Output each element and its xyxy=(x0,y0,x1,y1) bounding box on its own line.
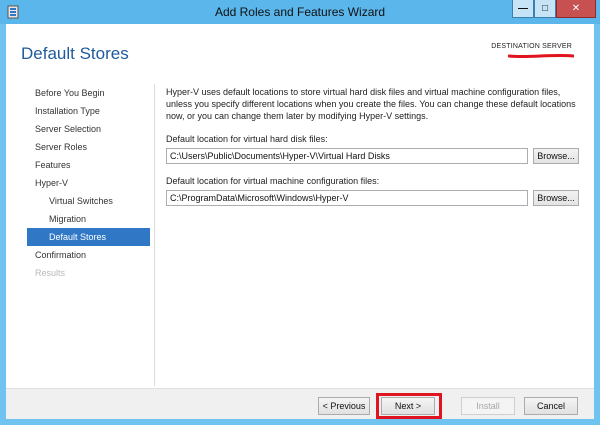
main-content: Hyper-V uses default locations to store … xyxy=(166,86,586,206)
wizard-body: Default Stores DESTINATION SERVER Before… xyxy=(6,24,594,419)
window-controls: — □ ✕ xyxy=(512,0,596,18)
red-annotation-underline xyxy=(508,53,574,59)
minimize-button[interactable]: — xyxy=(512,0,534,18)
nav-item-installation-type[interactable]: Installation Type xyxy=(27,102,150,120)
vm-config-location-row: Browse... xyxy=(166,190,586,206)
wizard-steps-nav: Before You Begin Installation Type Serve… xyxy=(27,84,150,282)
cancel-button[interactable]: Cancel xyxy=(524,397,578,415)
vhd-browse-button[interactable]: Browse... xyxy=(533,148,579,164)
window-title: Add Roles and Features Wizard xyxy=(214,5,386,19)
vm-config-browse-button[interactable]: Browse... xyxy=(533,190,579,206)
nav-item-features[interactable]: Features xyxy=(27,156,150,174)
previous-button[interactable]: < Previous xyxy=(318,397,370,415)
nav-item-server-selection[interactable]: Server Selection xyxy=(27,120,150,138)
close-button[interactable]: ✕ xyxy=(556,0,596,18)
nav-item-virtual-switches[interactable]: Virtual Switches xyxy=(27,192,150,210)
wizard-window: Add Roles and Features Wizard — □ ✕ Defa… xyxy=(0,0,600,425)
vm-config-location-label: Default location for virtual machine con… xyxy=(166,176,380,186)
title-bar[interactable]: Add Roles and Features Wizard — □ ✕ xyxy=(0,0,600,24)
destination-server-label: DESTINATION SERVER xyxy=(491,43,572,50)
page-title: Default Stores xyxy=(21,44,129,63)
vhd-location-label: Default location for virtual hard disk f… xyxy=(166,134,328,144)
nav-item-results: Results xyxy=(35,268,66,278)
install-button: Install xyxy=(461,397,515,415)
nav-divider xyxy=(154,84,155,386)
vhd-location-row: Browse... xyxy=(166,148,586,164)
nav-item-migration[interactable]: Migration xyxy=(27,210,150,228)
nav-item-default-stores[interactable]: Default Stores xyxy=(27,228,150,246)
nav-item-hyper-v[interactable]: Hyper-V xyxy=(27,174,150,192)
nav-item-server-roles[interactable]: Server Roles xyxy=(27,138,150,156)
nav-item-confirmation[interactable]: Confirmation xyxy=(27,246,150,264)
wizard-footer: < Previous Next > Install Cancel xyxy=(6,388,594,419)
description-text: Hyper-V uses default locations to store … xyxy=(166,87,576,121)
nav-item-before-you-begin[interactable]: Before You Begin xyxy=(27,84,150,102)
maximize-button[interactable]: □ xyxy=(534,0,556,18)
vhd-location-input[interactable] xyxy=(166,148,528,164)
vm-config-location-input[interactable] xyxy=(166,190,528,206)
red-annotation-box xyxy=(376,393,442,419)
